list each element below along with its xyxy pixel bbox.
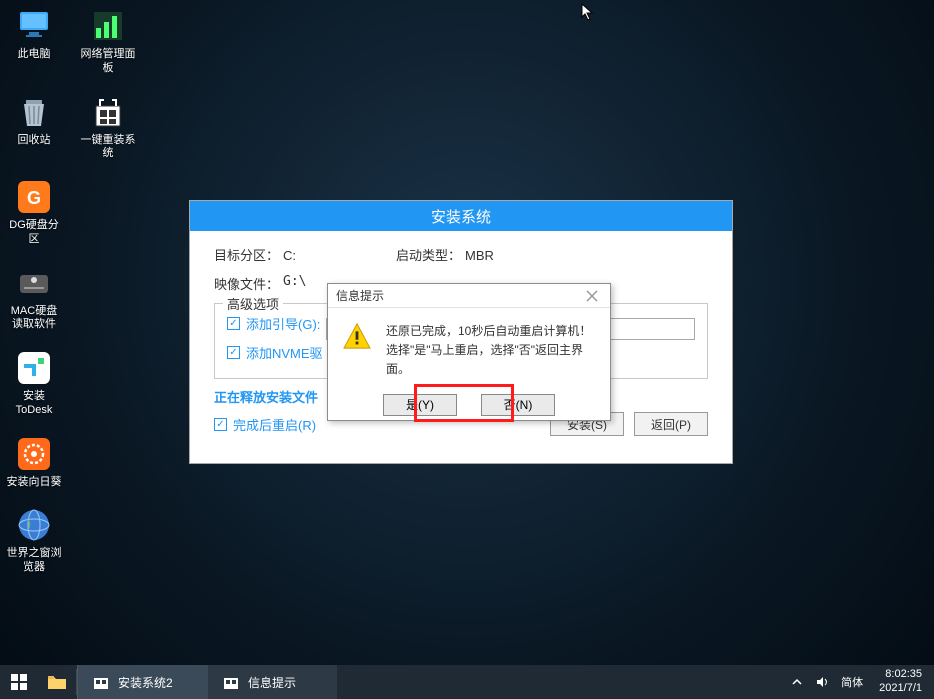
tray-chevron-icon[interactable] [789,674,805,690]
globe-icon [14,505,54,545]
icon-mac-disk-reader[interactable]: MAC硬盘读取软件 [6,263,62,333]
warning-icon [342,322,372,350]
trash-icon [14,92,54,132]
icon-label: 安装ToDesk [6,390,62,418]
icon-this-pc[interactable]: 此电脑 [6,6,62,76]
taskbar-clock[interactable]: 8:02:35 2021/7/1 [873,668,928,696]
dg-icon: G [14,177,54,217]
icon-label: 此电脑 [18,48,51,62]
icon-install-sunflower[interactable]: 安装向日葵 [6,434,62,490]
icon-label: DG硬盘分区 [6,219,62,247]
icon-label: 一键重装系统 [80,134,136,162]
taskbar-item-label: 安装系统2 [118,674,173,691]
tray-ime-label[interactable]: 简体 [841,674,863,690]
checkbox-add-boot-label: 添加引导(G): [246,314,320,333]
mac-disk-icon [14,263,54,303]
checkbox-icon [227,346,240,359]
info-dialog: 信息提示 还原已完成，10秒后自动重启计算机！ 选择"是"马上重启，选择"否"返… [327,283,611,421]
icon-recycle-bin[interactable]: 回收站 [6,92,62,162]
todesk-icon [14,348,54,388]
start-button[interactable] [0,665,38,699]
back-button[interactable]: 返回(P) [634,412,708,436]
icon-label: MAC硬盘读取软件 [6,305,62,333]
taskbar-item-dialog[interactable]: 信息提示 [207,665,337,699]
folder-icon [47,674,67,690]
taskbar-item-installer[interactable]: 安装系统2 [77,665,207,699]
dialog-message-line2: 选择"是"马上重启，选择"否"返回主界面。 [386,341,596,379]
icon-reinstall-system[interactable]: 一键重装系统 [80,92,136,162]
svg-text:G: G [27,188,41,208]
target-partition-label: 目标分区： [214,245,279,264]
icon-world-window-browser[interactable]: 世界之窗浏览器 [6,505,62,575]
image-file-label: 映像文件： [214,274,279,293]
dialog-no-button[interactable]: 否(N) [481,394,555,416]
checkbox-add-nvme-label: 添加NVME驱 [246,343,323,362]
dialog-yes-button[interactable]: 是(Y) [383,394,457,416]
panel-icon [88,6,128,46]
boot-type-value: MBR [465,248,494,263]
checkbox-add-boot[interactable]: 添加引导(G): [227,314,320,333]
clock-time: 8:02:35 [879,668,922,682]
reinstall-icon [88,92,128,132]
icon-network-panel[interactable]: 网络管理面板 [80,6,136,76]
checkbox-icon [227,317,240,330]
icon-label: 安装向日葵 [7,476,62,490]
dialog-message-line1: 还原已完成，10秒后自动重启计算机！ [386,322,596,341]
installer-task-icon [92,673,110,691]
icon-dg-disk[interactable]: G DG硬盘分区 [6,177,62,247]
monitor-icon [14,6,54,46]
checkbox-icon [214,418,227,431]
dialog-close-button[interactable] [582,286,602,306]
icon-label: 世界之窗浏览器 [6,547,62,575]
icon-install-todesk[interactable]: 安装ToDesk [6,348,62,418]
clock-date: 2021/7/1 [879,682,922,696]
windows-icon [10,673,28,691]
dialog-title: 信息提示 [336,287,384,304]
checkbox-restart-label: 完成后重启(R) [233,415,316,434]
icon-label: 网络管理面板 [80,48,136,76]
boot-type-label: 启动类型： [396,245,461,264]
close-icon [586,290,598,302]
icon-label: 回收站 [18,134,51,148]
image-file-value: G:\ [283,274,306,293]
file-explorer-button[interactable] [38,665,76,699]
dialog-task-icon [222,673,240,691]
sunflower-icon [14,434,54,474]
taskbar: 安装系统2 信息提示 简体 8:02:35 2021/7/1 [0,665,934,699]
checkbox-restart-after[interactable]: 完成后重启(R) [214,415,316,434]
taskbar-item-label: 信息提示 [248,674,296,691]
system-tray: 简体 8:02:35 2021/7/1 [783,665,934,699]
installer-titlebar: 安装系统 [190,201,732,231]
installer-title: 安装系统 [431,206,491,227]
target-partition-value: C: [283,248,296,263]
advanced-options-legend: 高级选项 [223,294,283,313]
tray-volume-icon[interactable] [815,674,831,690]
